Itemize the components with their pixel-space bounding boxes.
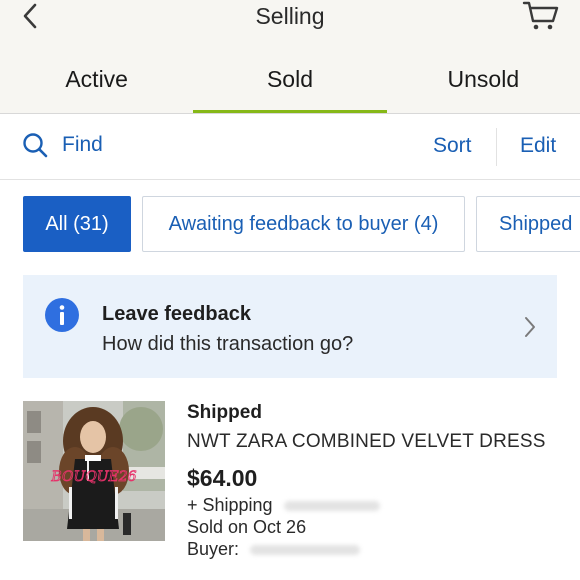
- redacted-shipping-cost: [283, 501, 380, 512]
- item-status: Shipped: [187, 402, 262, 423]
- sort-button[interactable]: Sort: [433, 134, 472, 158]
- watermark-text: BOUQUE26: [50, 469, 136, 485]
- selling-screen: Selling Active Sold Unsold Find Sort Edi…: [0, 0, 580, 580]
- find-button[interactable]: Find: [22, 132, 103, 158]
- tab-active[interactable]: Active: [0, 36, 193, 113]
- cart-button[interactable]: [522, 0, 560, 32]
- selected-tab-indicator: [193, 110, 387, 113]
- banner-title: Leave feedback: [102, 303, 251, 325]
- edit-button[interactable]: Edit: [520, 134, 556, 158]
- buyer-label: Buyer:: [187, 539, 240, 559]
- info-icon: [45, 298, 79, 332]
- toolbar-divider: [496, 128, 497, 166]
- tab-unsold[interactable]: Unsold: [387, 36, 580, 113]
- search-icon: [23, 133, 48, 158]
- chevron-right-icon: [525, 317, 535, 337]
- redacted-buyer-name: [250, 545, 361, 556]
- list-toolbar: Find Sort Edit: [0, 114, 580, 180]
- tab-label: Unsold: [447, 66, 520, 92]
- filter-chip-shipped[interactable]: Shipped: [476, 196, 580, 252]
- item-title: NWT ZARA COMBINED VELVET DRESS: [187, 431, 546, 452]
- tab-sold[interactable]: Sold: [193, 36, 387, 113]
- shipping-label: + Shipping: [187, 495, 273, 515]
- item-sold-date: Sold on Oct 26: [187, 517, 307, 537]
- tab-label: Active: [65, 66, 128, 92]
- sold-listing-item[interactable]: BOUQUE26 Shipped NWT ZARA COMBINED VELVE…: [0, 395, 580, 580]
- item-price: $64.00: [187, 465, 258, 491]
- item-buyer: Buyer:: [187, 539, 361, 560]
- filter-chips: All (31) Awaiting feedback to buyer (4) …: [0, 196, 580, 254]
- status-tabs: Active Sold Unsold: [0, 36, 580, 114]
- top-nav-bar: Selling: [0, 0, 580, 36]
- filter-chip-awaiting-feedback[interactable]: Awaiting feedback to buyer (4): [142, 196, 465, 252]
- item-thumbnail: BOUQUE26: [23, 401, 165, 541]
- find-label: Find: [62, 133, 103, 156]
- filter-chip-all[interactable]: All (31): [23, 196, 131, 252]
- item-shipping: + Shipping: [187, 495, 380, 516]
- page-title: Selling: [255, 3, 325, 29]
- leave-feedback-banner[interactable]: Leave feedback How did this transaction …: [23, 275, 557, 378]
- tab-label: Sold: [266, 66, 314, 92]
- banner-subtitle: How did this transaction go?: [102, 333, 354, 355]
- cart-icon: [522, 1, 559, 30]
